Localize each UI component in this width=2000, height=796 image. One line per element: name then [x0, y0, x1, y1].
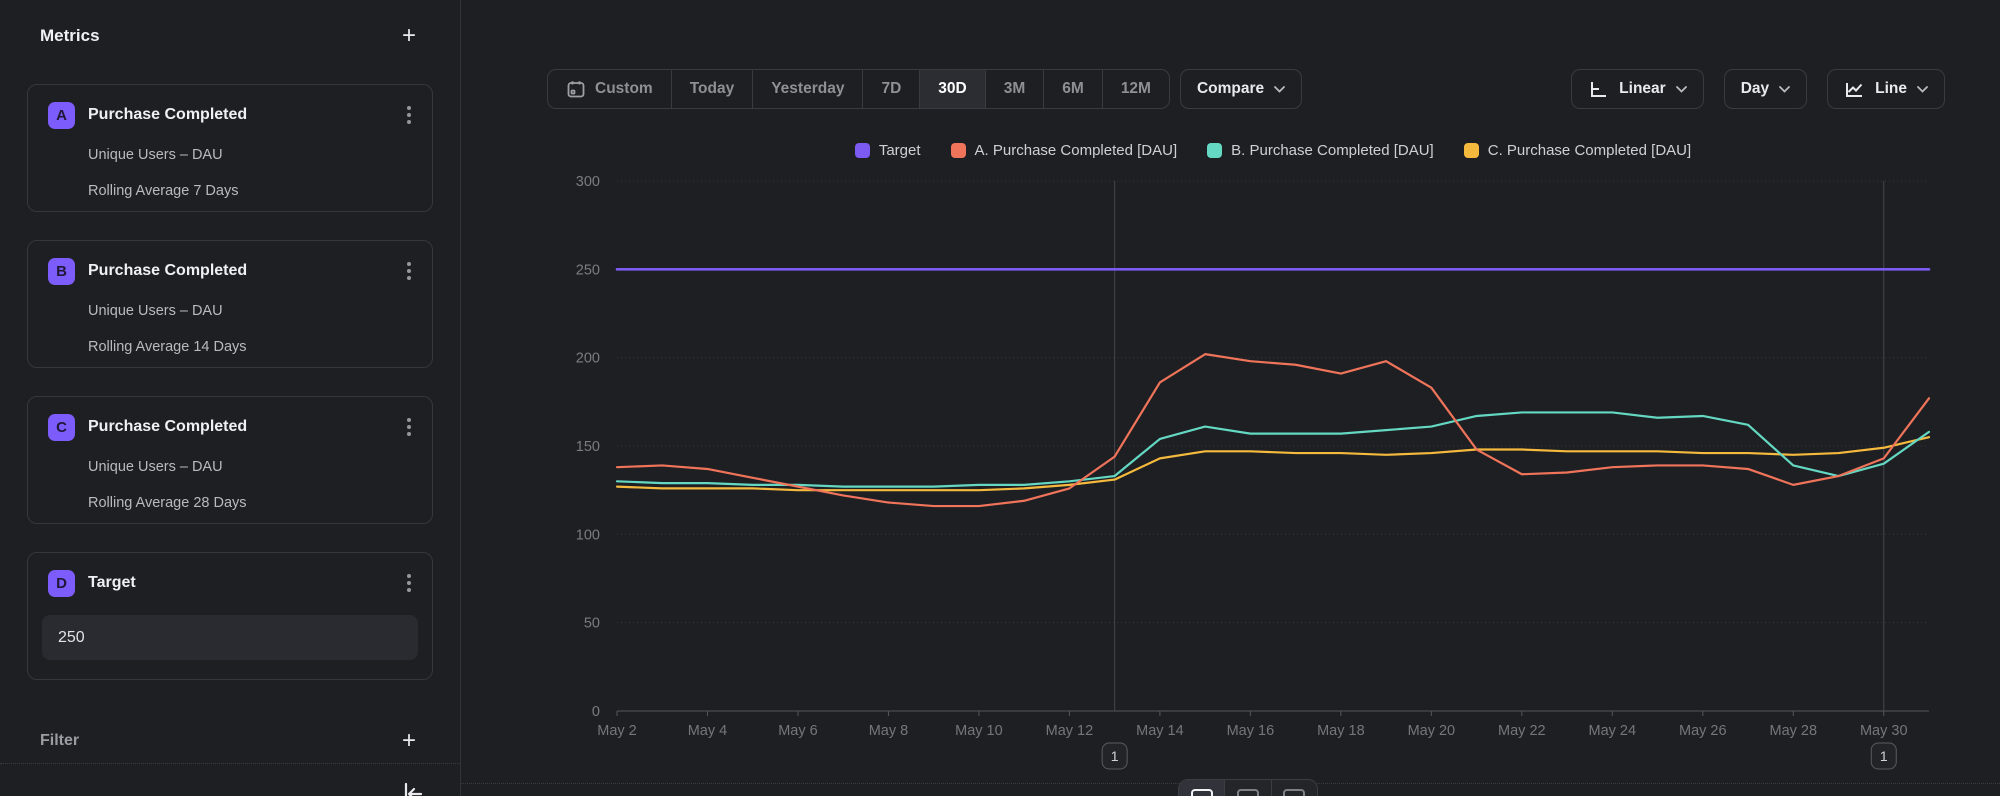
- chart-view-card-button[interactable]: [1179, 780, 1225, 796]
- metric-card-a-header: A Purchase Completed: [48, 101, 418, 129]
- metric-card-a[interactable]: A Purchase Completed Unique Users – DAU …: [27, 84, 433, 212]
- metric-rolling-average: Rolling Average 14 Days: [88, 339, 247, 355]
- x-axis-label: May 14: [1136, 723, 1184, 739]
- x-axis-label: May 22: [1498, 723, 1546, 739]
- metric-rolling-average: Rolling Average 7 Days: [88, 183, 238, 199]
- metric-badge-c: C: [48, 414, 75, 441]
- y-axis-label: 0: [592, 704, 600, 720]
- metrics-title: Metrics: [40, 26, 100, 46]
- series-line-c: [617, 437, 1929, 490]
- kebab-menu-icon[interactable]: [400, 415, 418, 439]
- y-axis-label: 250: [576, 262, 600, 278]
- sidebar-divider: [0, 763, 460, 764]
- plain-view-icon: [1283, 789, 1305, 796]
- x-axis-label: May 20: [1408, 723, 1456, 739]
- kebab-menu-icon[interactable]: [400, 259, 418, 283]
- chart-panel: Custom Today Yesterday 7D 30D 3M 6M 12M …: [461, 0, 2000, 796]
- add-filter-button[interactable]: +: [402, 729, 416, 753]
- series-line-a: [617, 354, 1929, 506]
- metric-badge-d: D: [48, 570, 75, 597]
- y-axis-label: 300: [576, 174, 600, 190]
- metric-card-b[interactable]: B Purchase Completed Unique Users – DAU …: [27, 240, 433, 368]
- annotation-chip-label: 1: [1111, 748, 1119, 764]
- x-axis-label: May 24: [1589, 723, 1637, 739]
- metric-card-target[interactable]: D Target: [27, 552, 433, 680]
- kebab-menu-icon[interactable]: [400, 571, 418, 595]
- x-axis-label: May 12: [1046, 723, 1094, 739]
- y-axis-label: 150: [576, 439, 600, 455]
- x-axis-label: May 4: [688, 723, 728, 739]
- target-value-input[interactable]: [42, 615, 418, 660]
- metric-title: Purchase Completed: [88, 106, 400, 124]
- card-view-icon: [1191, 789, 1213, 796]
- y-axis-label: 200: [576, 351, 600, 367]
- x-axis-label: May 16: [1227, 723, 1275, 739]
- x-axis-label: May 18: [1317, 723, 1365, 739]
- x-axis-label: May 2: [597, 723, 637, 739]
- metric-measure: Unique Users – DAU: [88, 459, 223, 475]
- x-axis-label: May 6: [778, 723, 818, 739]
- metric-title: Purchase Completed: [88, 262, 400, 280]
- metric-measure: Unique Users – DAU: [88, 147, 223, 163]
- metrics-sidebar: Metrics + A Purchase Completed Unique Us…: [0, 0, 461, 796]
- x-axis-label: May 26: [1679, 723, 1727, 739]
- collapse-sidebar-icon[interactable]: [400, 781, 426, 796]
- chart-plot: 0 50 100 150 200 250 300 May 2 May 4 May 6 May 8 Ma…: [461, 0, 2000, 796]
- filter-title: Filter: [40, 732, 79, 750]
- x-axis-label: May 30: [1860, 723, 1908, 739]
- kebab-menu-icon[interactable]: [400, 103, 418, 127]
- metric-card-c-header: C Purchase Completed: [48, 413, 418, 441]
- filter-section: Filter +: [40, 726, 416, 756]
- metric-card-target-header: D Target: [48, 569, 418, 597]
- metric-card-c[interactable]: C Purchase Completed Unique Users – DAU …: [27, 396, 433, 524]
- y-axis-label: 50: [584, 616, 600, 632]
- chart-view-plain-button[interactable]: [1272, 780, 1317, 796]
- chart-view-compact-button[interactable]: [1225, 780, 1271, 796]
- compact-view-icon: [1237, 789, 1259, 796]
- metric-title: Purchase Completed: [88, 418, 400, 436]
- x-axis-label: May 10: [955, 723, 1003, 739]
- metric-badge-a: A: [48, 102, 75, 129]
- add-metric-button[interactable]: +: [402, 24, 416, 48]
- x-axis-label: May 28: [1769, 723, 1817, 739]
- y-axis-label: 100: [576, 527, 600, 543]
- annotation-chip-label: 1: [1880, 748, 1888, 764]
- metric-badge-b: B: [48, 258, 75, 285]
- metric-card-b-header: B Purchase Completed: [48, 257, 418, 285]
- x-axis-label: May 8: [869, 723, 909, 739]
- metric-title: Target: [88, 574, 400, 592]
- metrics-header: Metrics +: [40, 22, 416, 50]
- series-line-b: [617, 412, 1929, 486]
- chart-view-toggle: [1178, 779, 1318, 796]
- metric-rolling-average: Rolling Average 28 Days: [88, 495, 247, 511]
- metric-measure: Unique Users – DAU: [88, 303, 223, 319]
